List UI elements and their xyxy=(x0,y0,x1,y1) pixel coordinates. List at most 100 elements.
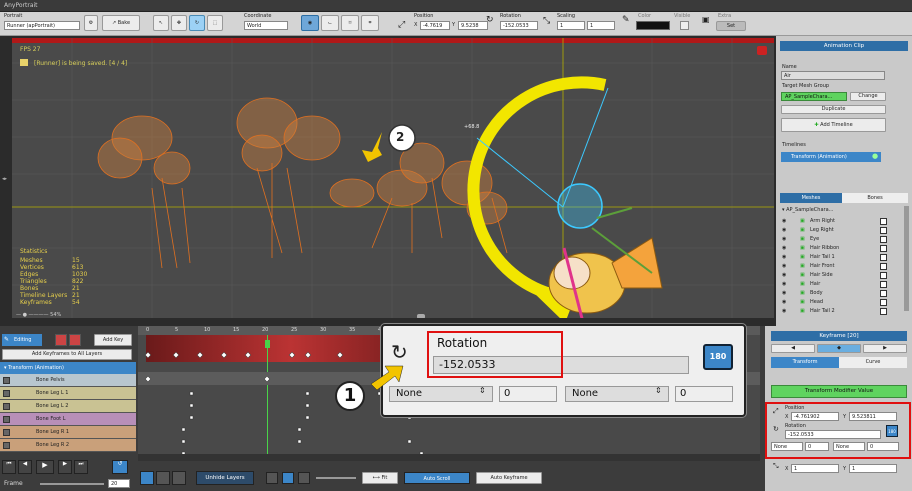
mesh-list-item[interactable]: ◉ ▣ Hair Tail 1 xyxy=(780,253,900,262)
eye-icon[interactable]: ◉ xyxy=(782,262,786,271)
timeline-layer-row[interactable]: Bone Leg L 1 xyxy=(0,387,136,400)
physics-view-icon[interactable]: ⌗ xyxy=(361,15,379,31)
prev-frame-icon[interactable]: ◀ xyxy=(18,460,32,474)
tab-curve[interactable]: Curve xyxy=(839,357,907,368)
timeline-layer-row[interactable]: Bone Pelvis xyxy=(0,374,136,387)
eye-icon[interactable]: ◉ xyxy=(782,280,786,289)
mesh-list-item[interactable]: ◉ ▣ Hair Side xyxy=(780,271,900,280)
portrait-select[interactable]: Runner (apPortrait) xyxy=(4,21,80,30)
duplicate-button[interactable]: Duplicate xyxy=(781,105,886,114)
horizontal-scrollbar[interactable] xyxy=(417,314,425,318)
change-button[interactable]: Change xyxy=(850,92,886,101)
mesh-checkbox[interactable] xyxy=(880,263,887,270)
first-frame-icon[interactable]: ⏮ xyxy=(2,460,16,474)
auto-keyframe-button[interactable]: Auto Keyframe xyxy=(476,472,542,484)
mesh-list-item[interactable]: ◉ ▣ Hair Ribbon xyxy=(780,244,900,253)
next-frame-icon[interactable]: ▶ xyxy=(58,460,72,474)
mesh-list-scrollbar[interactable] xyxy=(904,206,909,311)
snap-icon[interactable] xyxy=(140,471,154,485)
layer-header[interactable]: ▾ Transform (Animation) xyxy=(0,362,136,374)
layers-icon[interactable] xyxy=(172,471,186,485)
mesh-list-item[interactable]: ◉ ▣ Eye xyxy=(780,235,900,244)
prev-keyframe-icon[interactable]: ◀ xyxy=(771,344,815,353)
scale-y-input[interactable]: 1 xyxy=(587,21,615,30)
loop-icon[interactable]: ↺ xyxy=(112,460,128,474)
position-y-input[interactable]: 9.5238 xyxy=(458,21,488,30)
mesh-checkbox[interactable] xyxy=(880,245,887,252)
fit-button[interactable]: ⟷ Fit xyxy=(362,472,398,484)
mesh-checkbox[interactable] xyxy=(880,290,887,297)
view-large-icon[interactable] xyxy=(298,472,310,484)
mesh-view-icon[interactable]: ⌑ xyxy=(341,15,359,31)
mesh-list-item[interactable]: ◉ ▣ Head xyxy=(780,298,900,307)
move-tool-icon[interactable]: ✥ xyxy=(171,15,187,31)
eye-icon[interactable]: ◉ xyxy=(782,271,786,280)
layer-visibility-icon[interactable] xyxy=(3,429,10,436)
scale-x-input[interactable]: 1 xyxy=(557,21,585,30)
eye-icon[interactable]: ◉ xyxy=(782,235,786,244)
mesh-list-item[interactable]: ◉ ▣ Hair Front xyxy=(780,262,900,271)
eye-icon[interactable]: ◉ xyxy=(782,298,786,307)
auto-scroll-button[interactable]: Auto Scroll xyxy=(404,472,470,484)
timeline-scrollbar[interactable] xyxy=(138,454,760,461)
mesh-checkbox[interactable] xyxy=(880,308,887,315)
extra-set-button[interactable]: Set xyxy=(716,21,746,31)
mesh-checkbox[interactable] xyxy=(880,299,887,306)
last-frame-icon[interactable]: ⏭ xyxy=(74,460,88,474)
next-keyframe-icon[interactable]: ▶ xyxy=(863,344,907,353)
timeline-layer-row[interactable]: Bone Foot L xyxy=(0,413,136,426)
zoom-rotate-180-button[interactable]: 180 xyxy=(703,344,733,370)
timeline-layer-row[interactable]: Bone Leg L 2 xyxy=(0,400,136,413)
mesh-list-item[interactable]: ◉ ▣ Hair Tail 2 xyxy=(780,307,900,316)
mesh-checkbox[interactable] xyxy=(880,281,887,288)
scene-viewport[interactable]: 2 +68.8 FPS 27 [Runner] is being saved. … xyxy=(12,38,774,318)
left-panel-toggle-icon[interactable]: ◂▸ xyxy=(2,176,7,182)
layer-visibility-icon[interactable] xyxy=(3,377,10,384)
add-key-button[interactable]: Add Key xyxy=(94,334,132,346)
mesh-checkbox[interactable] xyxy=(880,236,887,243)
eye-icon[interactable]: ◉ xyxy=(782,244,786,253)
mesh-list-item[interactable]: ◉ ▣ Leg Right xyxy=(780,226,900,235)
mesh-checkbox[interactable] xyxy=(880,227,887,234)
tab-transform[interactable]: Transform xyxy=(771,357,839,368)
layer-visibility-icon[interactable] xyxy=(3,403,10,410)
scale-tool-icon[interactable]: ⬚ xyxy=(207,15,223,31)
mesh-checkbox[interactable] xyxy=(880,272,887,279)
lock-all-icon[interactable] xyxy=(69,334,81,346)
unhide-layers-button[interactable]: Unhide Layers xyxy=(196,471,254,485)
timeline-item[interactable]: Transform (Animation) xyxy=(781,152,881,162)
mesh-list-item[interactable]: ◉ ▣ Arm Right xyxy=(780,217,900,226)
coordinate-select[interactable]: World xyxy=(244,21,288,30)
transform-modifier-value-button[interactable]: Transform Modifier Value xyxy=(771,385,907,398)
timeline-layer-row[interactable]: Bone Leg R 2 xyxy=(0,439,136,452)
position-x-input[interactable]: -4.7619 xyxy=(420,21,450,30)
visible-checkbox[interactable] xyxy=(680,21,689,30)
rotate-tool-icon[interactable]: ↻ xyxy=(189,15,205,31)
eye-icon[interactable]: ◉ xyxy=(782,217,786,226)
target-mesh-group[interactable]: AP_SampleChara... xyxy=(781,92,847,101)
copy-keyframe-icon[interactable]: ◆ xyxy=(817,344,861,353)
eye-icon[interactable]: ◉ xyxy=(782,226,786,235)
bone-view-icon[interactable]: ⌙ xyxy=(321,15,339,31)
rotation-input[interactable]: -152.0533 xyxy=(500,21,538,30)
timeline-layer-row[interactable]: Bone Leg R 1 xyxy=(0,426,136,439)
tab-bones[interactable]: Bones xyxy=(842,193,908,203)
frame-slider[interactable] xyxy=(40,483,104,485)
onion-skin-icon[interactable]: ◉ xyxy=(301,15,319,31)
zoom-slider[interactable]: — ● ———— 54% xyxy=(16,312,61,318)
view-small-icon[interactable] xyxy=(266,472,278,484)
mesh-list-item[interactable]: ◉ ▣ Body xyxy=(780,289,900,298)
zoom-rotation-value-a[interactable]: 0 xyxy=(499,386,557,402)
play-icon[interactable]: ▶ xyxy=(36,460,54,474)
eye-icon[interactable]: ◉ xyxy=(782,253,786,262)
timeline-zoom-slider[interactable] xyxy=(316,477,356,479)
sort-icon[interactable] xyxy=(156,471,170,485)
clip-name-input[interactable]: Air xyxy=(781,71,885,80)
mesh-checkbox[interactable] xyxy=(880,218,887,225)
mesh-checkbox[interactable] xyxy=(880,254,887,261)
eye-icon[interactable]: ◉ xyxy=(782,307,786,316)
bake-button[interactable]: ↗ Bake xyxy=(102,15,140,31)
zoom-rotation-mode-b[interactable]: None xyxy=(565,386,669,402)
layer-visibility-icon[interactable] xyxy=(3,416,10,423)
add-timeline-button[interactable]: ✚ Add Timeline xyxy=(781,118,886,132)
